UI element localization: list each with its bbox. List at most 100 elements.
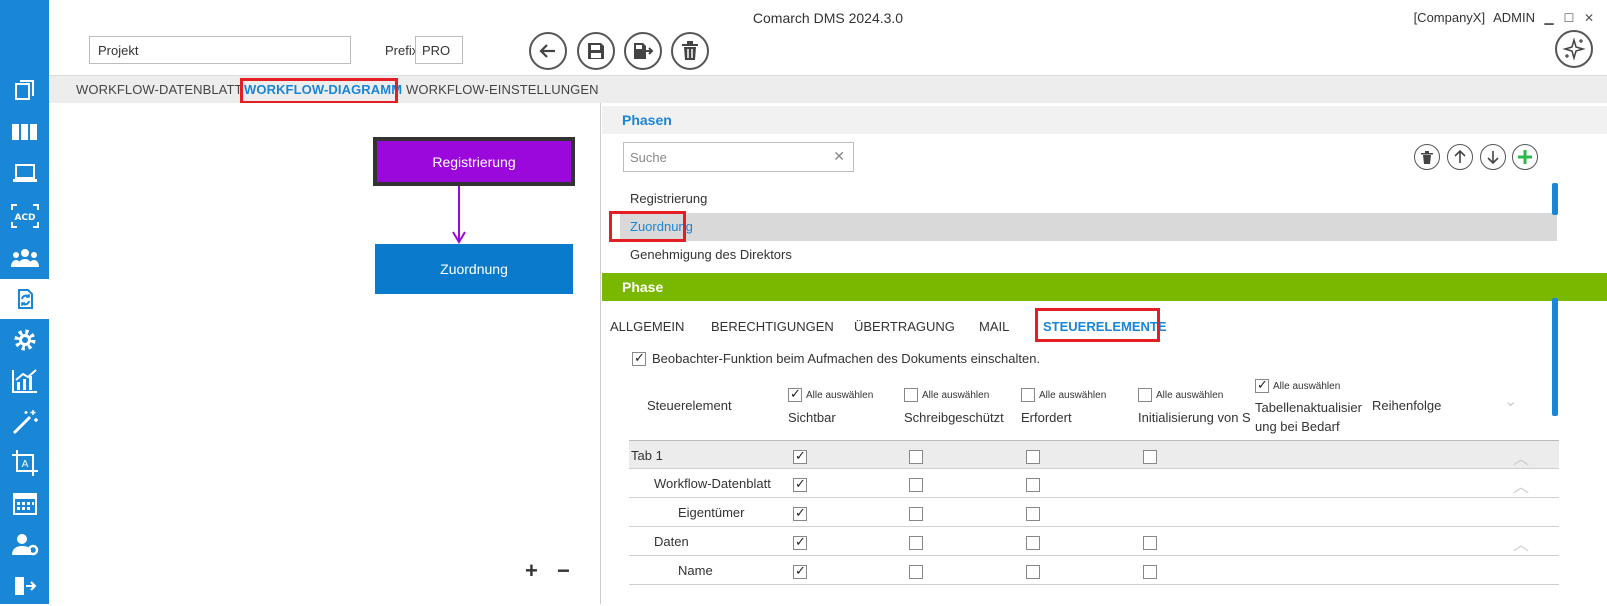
- initialisierung-checkbox[interactable]: [1143, 449, 1157, 464]
- arrow-left-icon: [539, 44, 555, 58]
- select-all-initialisierung-checkbox[interactable]: [1138, 388, 1152, 402]
- header: Comarch DMS 2024.3.0 [CompanyX] ADMIN ▁ …: [49, 0, 1607, 74]
- sichtbar-checkbox[interactable]: [793, 505, 807, 521]
- zoom-out-button[interactable]: −: [557, 558, 570, 584]
- delete-phase-button[interactable]: [1414, 144, 1440, 170]
- subtab-allgemein[interactable]: ALLGEMEIN: [610, 319, 684, 334]
- sidebar-item-export[interactable]: [0, 566, 49, 606]
- workflow-diagram-canvas[interactable]: Registrierung Zuordnung + −: [49, 103, 601, 604]
- erfordert-checkbox[interactable]: [1026, 506, 1040, 521]
- sidebar-item-wizard[interactable]: [0, 402, 49, 442]
- sidebar: ACD A: [0, 0, 49, 604]
- erfordert-checkbox[interactable]: [1026, 477, 1040, 492]
- col-header-initialisierung: Initialisierung von S: [1138, 410, 1251, 425]
- save-close-button[interactable]: [624, 32, 662, 70]
- collapse-chevron-icon[interactable]: ︿: [1513, 473, 1529, 497]
- sidebar-item-laptop[interactable]: [0, 154, 49, 194]
- minimize-icon[interactable]: ▁: [1543, 11, 1555, 25]
- maximize-icon[interactable]: ☐: [1563, 11, 1575, 25]
- diagram-connector-arrow[interactable]: [449, 186, 469, 246]
- sichtbar-checkbox[interactable]: [793, 476, 807, 492]
- move-up-button[interactable]: [1447, 144, 1473, 170]
- prefix-field[interactable]: PRO: [415, 36, 463, 64]
- sidebar-item-settings[interactable]: [0, 320, 49, 360]
- gear-icon: [14, 329, 35, 351]
- table-row[interactable]: Daten ︿: [629, 527, 1559, 556]
- back-button[interactable]: [529, 32, 567, 70]
- diagram-node-zuordnung[interactable]: Zuordnung: [375, 244, 573, 294]
- select-all-tabellenaktualisierung-checkbox[interactable]: [1255, 377, 1269, 393]
- subtab-uebertragung[interactable]: ÜBERTRAGUNG: [854, 319, 955, 334]
- tab-workflow-einstellungen[interactable]: WORKFLOW-EINSTELLUNGEN: [406, 82, 599, 97]
- schreibgeschuetzt-checkbox[interactable]: [909, 564, 923, 579]
- table-row[interactable]: Eigentümer: [629, 498, 1559, 527]
- calendar-icon: [12, 493, 37, 515]
- phase-list-item-registrierung[interactable]: Registrierung: [620, 185, 1557, 213]
- schreibgeschuetzt-checkbox[interactable]: [909, 535, 923, 550]
- sidebar-item-calendar[interactable]: [0, 484, 49, 524]
- erfordert-checkbox[interactable]: [1026, 564, 1040, 579]
- observer-checkbox[interactable]: [632, 350, 646, 366]
- sichtbar-checkbox[interactable]: [793, 563, 807, 579]
- svg-text:A: A: [21, 459, 28, 470]
- erfordert-checkbox[interactable]: [1026, 449, 1040, 464]
- close-icon[interactable]: ✕: [1583, 11, 1595, 25]
- col-header-sichtbar: Sichtbar: [788, 410, 836, 425]
- col-header-erfordert: Erfordert: [1021, 410, 1072, 425]
- erfordert-checkbox[interactable]: [1026, 535, 1040, 550]
- table-row[interactable]: Tab 1 ︿: [629, 440, 1559, 469]
- select-all-initialisierung: Alle auswählen: [1138, 388, 1223, 402]
- select-all-sichtbar: Alle auswählen: [788, 386, 873, 402]
- sidebar-item-form-designer[interactable]: A: [0, 443, 49, 483]
- schreibgeschuetzt-checkbox[interactable]: [909, 477, 923, 492]
- table-row[interactable]: Name: [629, 556, 1559, 585]
- move-down-button[interactable]: [1480, 144, 1506, 170]
- collapse-chevron-icon[interactable]: ︿: [1513, 445, 1529, 469]
- project-name-field[interactable]: Projekt: [89, 36, 351, 64]
- zoom-in-button[interactable]: +: [525, 558, 538, 584]
- initialisierung-checkbox[interactable]: [1143, 564, 1157, 579]
- sidebar-item-users[interactable]: [0, 238, 49, 278]
- arrow-up-icon: [1454, 150, 1466, 163]
- tab-workflow-datenblatt[interactable]: WORKFLOW-DATENBLATT: [76, 82, 243, 97]
- magic-wand-icon: [12, 410, 38, 435]
- row-label: Tab 1: [631, 448, 663, 463]
- select-all-erfordert-checkbox[interactable]: [1021, 388, 1035, 402]
- sidebar-item-ocr[interactable]: ACD: [0, 196, 49, 236]
- table-row[interactable]: Workflow-Datenblatt ︿: [629, 469, 1559, 498]
- collapse-chevron-icon[interactable]: ︿: [1513, 531, 1529, 555]
- user-label[interactable]: ADMIN: [1493, 10, 1535, 25]
- delete-button[interactable]: [671, 32, 709, 70]
- subtab-berechtigungen[interactable]: BERECHTIGUNGEN: [711, 319, 834, 334]
- sidebar-item-reports[interactable]: [0, 361, 49, 401]
- ai-assistant-button[interactable]: [1555, 30, 1593, 68]
- col-header-reihenfolge: Reihenfolge: [1372, 398, 1442, 413]
- initialisierung-checkbox[interactable]: [1143, 535, 1157, 550]
- column-expand-chevron-icon[interactable]: ⌄: [1504, 391, 1517, 411]
- observer-option: Beobachter-Funktion beim Aufmachen des D…: [632, 350, 1040, 366]
- phase-list-scrollbar[interactable]: [1552, 183, 1558, 215]
- phase-list-item-genehmigung[interactable]: Genehmigung des Direktors: [620, 241, 1557, 269]
- phase-search-input[interactable]: Suche ✕: [623, 142, 854, 172]
- sidebar-item-user-settings[interactable]: [0, 525, 49, 565]
- col-header-steuerelement: Steuerelement: [647, 398, 732, 413]
- row-label: Daten: [654, 534, 689, 549]
- subtab-mail[interactable]: MAIL: [979, 319, 1009, 334]
- sidebar-item-workflow[interactable]: [0, 279, 49, 319]
- select-all-sichtbar-checkbox[interactable]: [788, 386, 802, 402]
- add-phase-button[interactable]: [1512, 144, 1538, 170]
- diagram-node-registrierung[interactable]: Registrierung: [373, 137, 575, 186]
- schreibgeschuetzt-checkbox[interactable]: [909, 449, 923, 464]
- phase-list-item-zuordnung[interactable]: Zuordnung: [620, 213, 1557, 241]
- save-button[interactable]: [577, 32, 615, 70]
- user-gear-icon: [11, 534, 38, 556]
- sichtbar-checkbox[interactable]: [793, 534, 807, 550]
- sichtbar-checkbox[interactable]: [793, 448, 807, 464]
- select-all-schreibgeschuetzt-checkbox[interactable]: [904, 388, 918, 402]
- row-label: Name: [678, 563, 713, 578]
- save-icon: [588, 43, 604, 59]
- sidebar-item-binders[interactable]: [0, 112, 49, 152]
- clear-search-icon[interactable]: ✕: [833, 148, 845, 165]
- sidebar-item-documents[interactable]: [0, 70, 49, 110]
- schreibgeschuetzt-checkbox[interactable]: [909, 506, 923, 521]
